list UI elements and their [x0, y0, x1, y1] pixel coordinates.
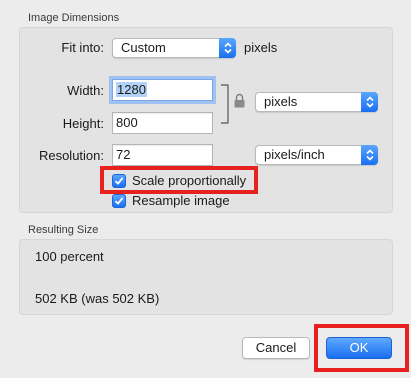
checkmark-icon [112, 193, 126, 208]
width-field[interactable]: 1280 [112, 79, 213, 101]
resolution-field[interactable]: 72 [112, 144, 213, 166]
ok-button-highlight [314, 324, 409, 372]
resulting-size-title: Resulting Size [28, 224, 99, 236]
resolution-value: 72 [116, 147, 131, 162]
size-unit-popup[interactable]: pixels [255, 92, 378, 112]
width-label: Width: [67, 83, 104, 98]
resolution-unit-value: pixels/inch [264, 147, 325, 162]
fit-into-popup[interactable]: Custom [112, 38, 236, 58]
height-label: Height: [62, 116, 104, 131]
resample-image-checkbox[interactable]: Resample image [112, 193, 230, 208]
resulting-percent: 100 percent [35, 249, 104, 264]
resample-image-label: Resample image [132, 193, 230, 208]
fit-into-label: Fit into: [61, 40, 104, 55]
size-unit-value: pixels [264, 94, 298, 109]
resolution-label: Resolution: [38, 148, 104, 163]
image-dimensions-title: Image Dimensions [28, 12, 120, 24]
fit-into-unit: pixels [244, 40, 278, 55]
height-field[interactable]: 800 [112, 112, 213, 134]
cancel-button[interactable]: Cancel [242, 337, 310, 359]
scale-proportionally-highlight [100, 166, 258, 194]
resolution-unit-popup[interactable]: pixels/inch [255, 145, 378, 165]
chevron-updown-icon [361, 92, 378, 112]
fit-into-value: Custom [121, 40, 166, 55]
lock-icon[interactable] [234, 93, 245, 111]
link-bracket [221, 84, 229, 124]
height-value: 800 [116, 115, 138, 130]
width-value: 1280 [116, 82, 147, 97]
chevron-updown-icon [361, 145, 378, 165]
chevron-updown-icon [219, 38, 236, 58]
resulting-file-size: 502 KB (was 502 KB) [35, 291, 160, 306]
